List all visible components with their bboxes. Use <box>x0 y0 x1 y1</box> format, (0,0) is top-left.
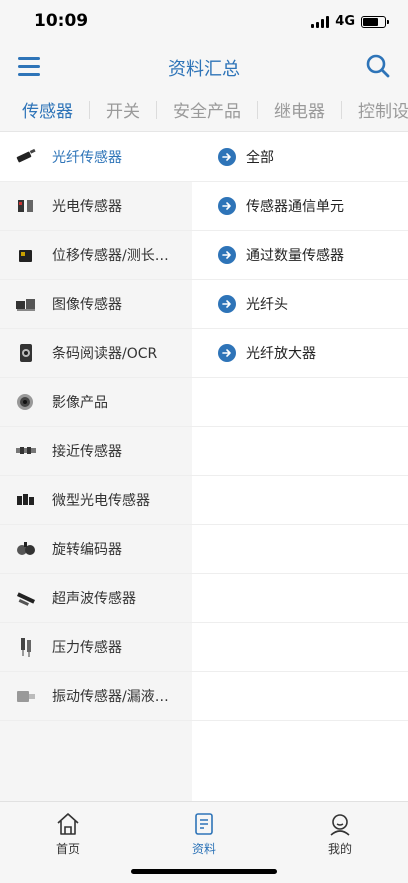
category-item-ultrasonic-sensor[interactable]: 超声波传感器 <box>0 574 192 623</box>
category-item-pressure-sensor[interactable]: 压力传感器 <box>0 623 192 672</box>
nav-label: 资料 <box>191 842 216 856</box>
nav-profile[interactable]: 我的 <box>272 802 408 883</box>
category-item-rotary-encoder[interactable]: 旋转编码器 <box>0 525 192 574</box>
category-item-photoelectric-sensor[interactable]: 光电传感器 <box>0 182 192 231</box>
arrow-right-icon <box>218 295 236 313</box>
arrow-right-icon <box>218 246 236 264</box>
network-type: 4G <box>335 14 355 29</box>
category-label: 旋转编码器 <box>52 542 122 558</box>
proximity-sensor-thumbnail <box>14 440 38 462</box>
ultrasonic-sensor-thumbnail <box>14 587 38 609</box>
category-item-fiber-sensor[interactable]: 光纤传感器 <box>0 133 192 182</box>
profile-icon <box>330 814 350 836</box>
imaging-products-thumbnail <box>14 391 38 413</box>
content-area: 光纤传感器 光电传感器 位移传感器/测长传感器 图像传感器 条码阅读器/OCR <box>0 133 408 801</box>
battery-icon <box>361 15 389 28</box>
category-label: 条码阅读器/OCR <box>52 346 158 362</box>
nav-label: 我的 <box>327 842 352 856</box>
category-list: 光纤传感器 光电传感器 位移传感器/测长传感器 图像传感器 条码阅读器/OCR <box>0 133 192 801</box>
nav-home[interactable]: 首页 <box>0 802 136 883</box>
page-title: 资料汇总 <box>168 59 240 80</box>
arrow-right-icon <box>218 197 236 215</box>
empty-row <box>192 672 408 721</box>
displacement-sensor-thumbnail <box>14 244 38 266</box>
empty-row <box>192 525 408 574</box>
category-label: 光电传感器 <box>52 199 122 215</box>
empty-row <box>192 378 408 427</box>
arrow-right-icon <box>218 344 236 362</box>
photoelectric-sensor-thumbnail <box>14 195 38 217</box>
subcategory-list: 全部 传感器通信单元 通过数量传感器 光纤头 光纤放大器 <box>192 133 408 801</box>
category-item-displacement-sensor[interactable]: 位移传感器/测长传感器 <box>0 231 192 280</box>
nav-label: 首页 <box>55 842 80 856</box>
empty-row <box>192 623 408 672</box>
category-item-barcode-reader[interactable]: 条码阅读器/OCR <box>0 329 192 378</box>
tab-safety-products[interactable]: 安全产品 <box>157 97 257 122</box>
category-label: 超声波传感器 <box>52 591 136 607</box>
category-label: 光纤传感器 <box>52 150 122 166</box>
subcategory-label: 全部 <box>246 150 274 166</box>
category-tabs: 传感器 开关 安全产品 继电器 控制设 <box>0 88 408 132</box>
micro-photoelectric-thumbnail <box>14 489 38 511</box>
subcategory-label: 传感器通信单元 <box>246 199 344 215</box>
signal-icon <box>311 15 330 28</box>
subcategory-item-all[interactable]: 全部 <box>192 133 408 182</box>
image-sensor-thumbnail <box>14 293 38 315</box>
fiber-sensor-thumbnail <box>14 146 38 168</box>
subcategory-label: 光纤放大器 <box>246 346 316 362</box>
status-bar: 10:09 4G <box>0 0 408 44</box>
empty-row <box>192 427 408 476</box>
arrow-right-icon <box>218 148 236 166</box>
home-indicator <box>131 869 277 874</box>
category-item-micro-photoelectric[interactable]: 微型光电传感器 <box>0 476 192 525</box>
subcategory-item-fiber-head[interactable]: 光纤头 <box>192 280 408 329</box>
document-icon <box>195 813 213 835</box>
vibration-sensor-thumbnail <box>14 685 38 707</box>
category-label: 振动传感器/漏液传感器 <box>52 689 180 705</box>
app-header: 资料汇总 <box>0 44 408 88</box>
subcategory-label: 光纤头 <box>246 297 288 313</box>
category-item-vibration-sensor[interactable]: 振动传感器/漏液传感器 <box>0 672 192 721</box>
empty-row <box>192 574 408 623</box>
subcategory-item-fiber-amplifier[interactable]: 光纤放大器 <box>192 329 408 378</box>
tab-switches[interactable]: 开关 <box>90 97 156 122</box>
tab-sensors[interactable]: 传感器 <box>0 97 89 122</box>
category-label: 接近传感器 <box>52 444 122 460</box>
home-icon <box>57 813 79 835</box>
category-item-proximity-sensor[interactable]: 接近传感器 <box>0 427 192 476</box>
tab-relays[interactable]: 继电器 <box>258 97 341 122</box>
search-icon[interactable] <box>364 52 392 80</box>
status-time: 10:09 <box>34 11 89 31</box>
barcode-reader-thumbnail <box>14 342 38 364</box>
status-indicators: 4G <box>311 14 389 29</box>
category-item-image-sensor[interactable]: 图像传感器 <box>0 280 192 329</box>
category-label: 影像产品 <box>52 395 108 411</box>
category-label: 位移传感器/测长传感器 <box>52 248 180 264</box>
tab-control[interactable]: 控制设 <box>342 97 408 122</box>
subcategory-item-count-sensor[interactable]: 通过数量传感器 <box>192 231 408 280</box>
subcategory-label: 通过数量传感器 <box>246 248 344 264</box>
pressure-sensor-thumbnail <box>14 636 38 658</box>
category-item-imaging-products[interactable]: 影像产品 <box>0 378 192 427</box>
subcategory-item-comm-unit[interactable]: 传感器通信单元 <box>192 182 408 231</box>
empty-row <box>192 476 408 525</box>
category-label: 微型光电传感器 <box>52 493 150 509</box>
rotary-encoder-thumbnail <box>14 538 38 560</box>
category-label: 压力传感器 <box>52 640 122 656</box>
category-label: 图像传感器 <box>52 297 122 313</box>
